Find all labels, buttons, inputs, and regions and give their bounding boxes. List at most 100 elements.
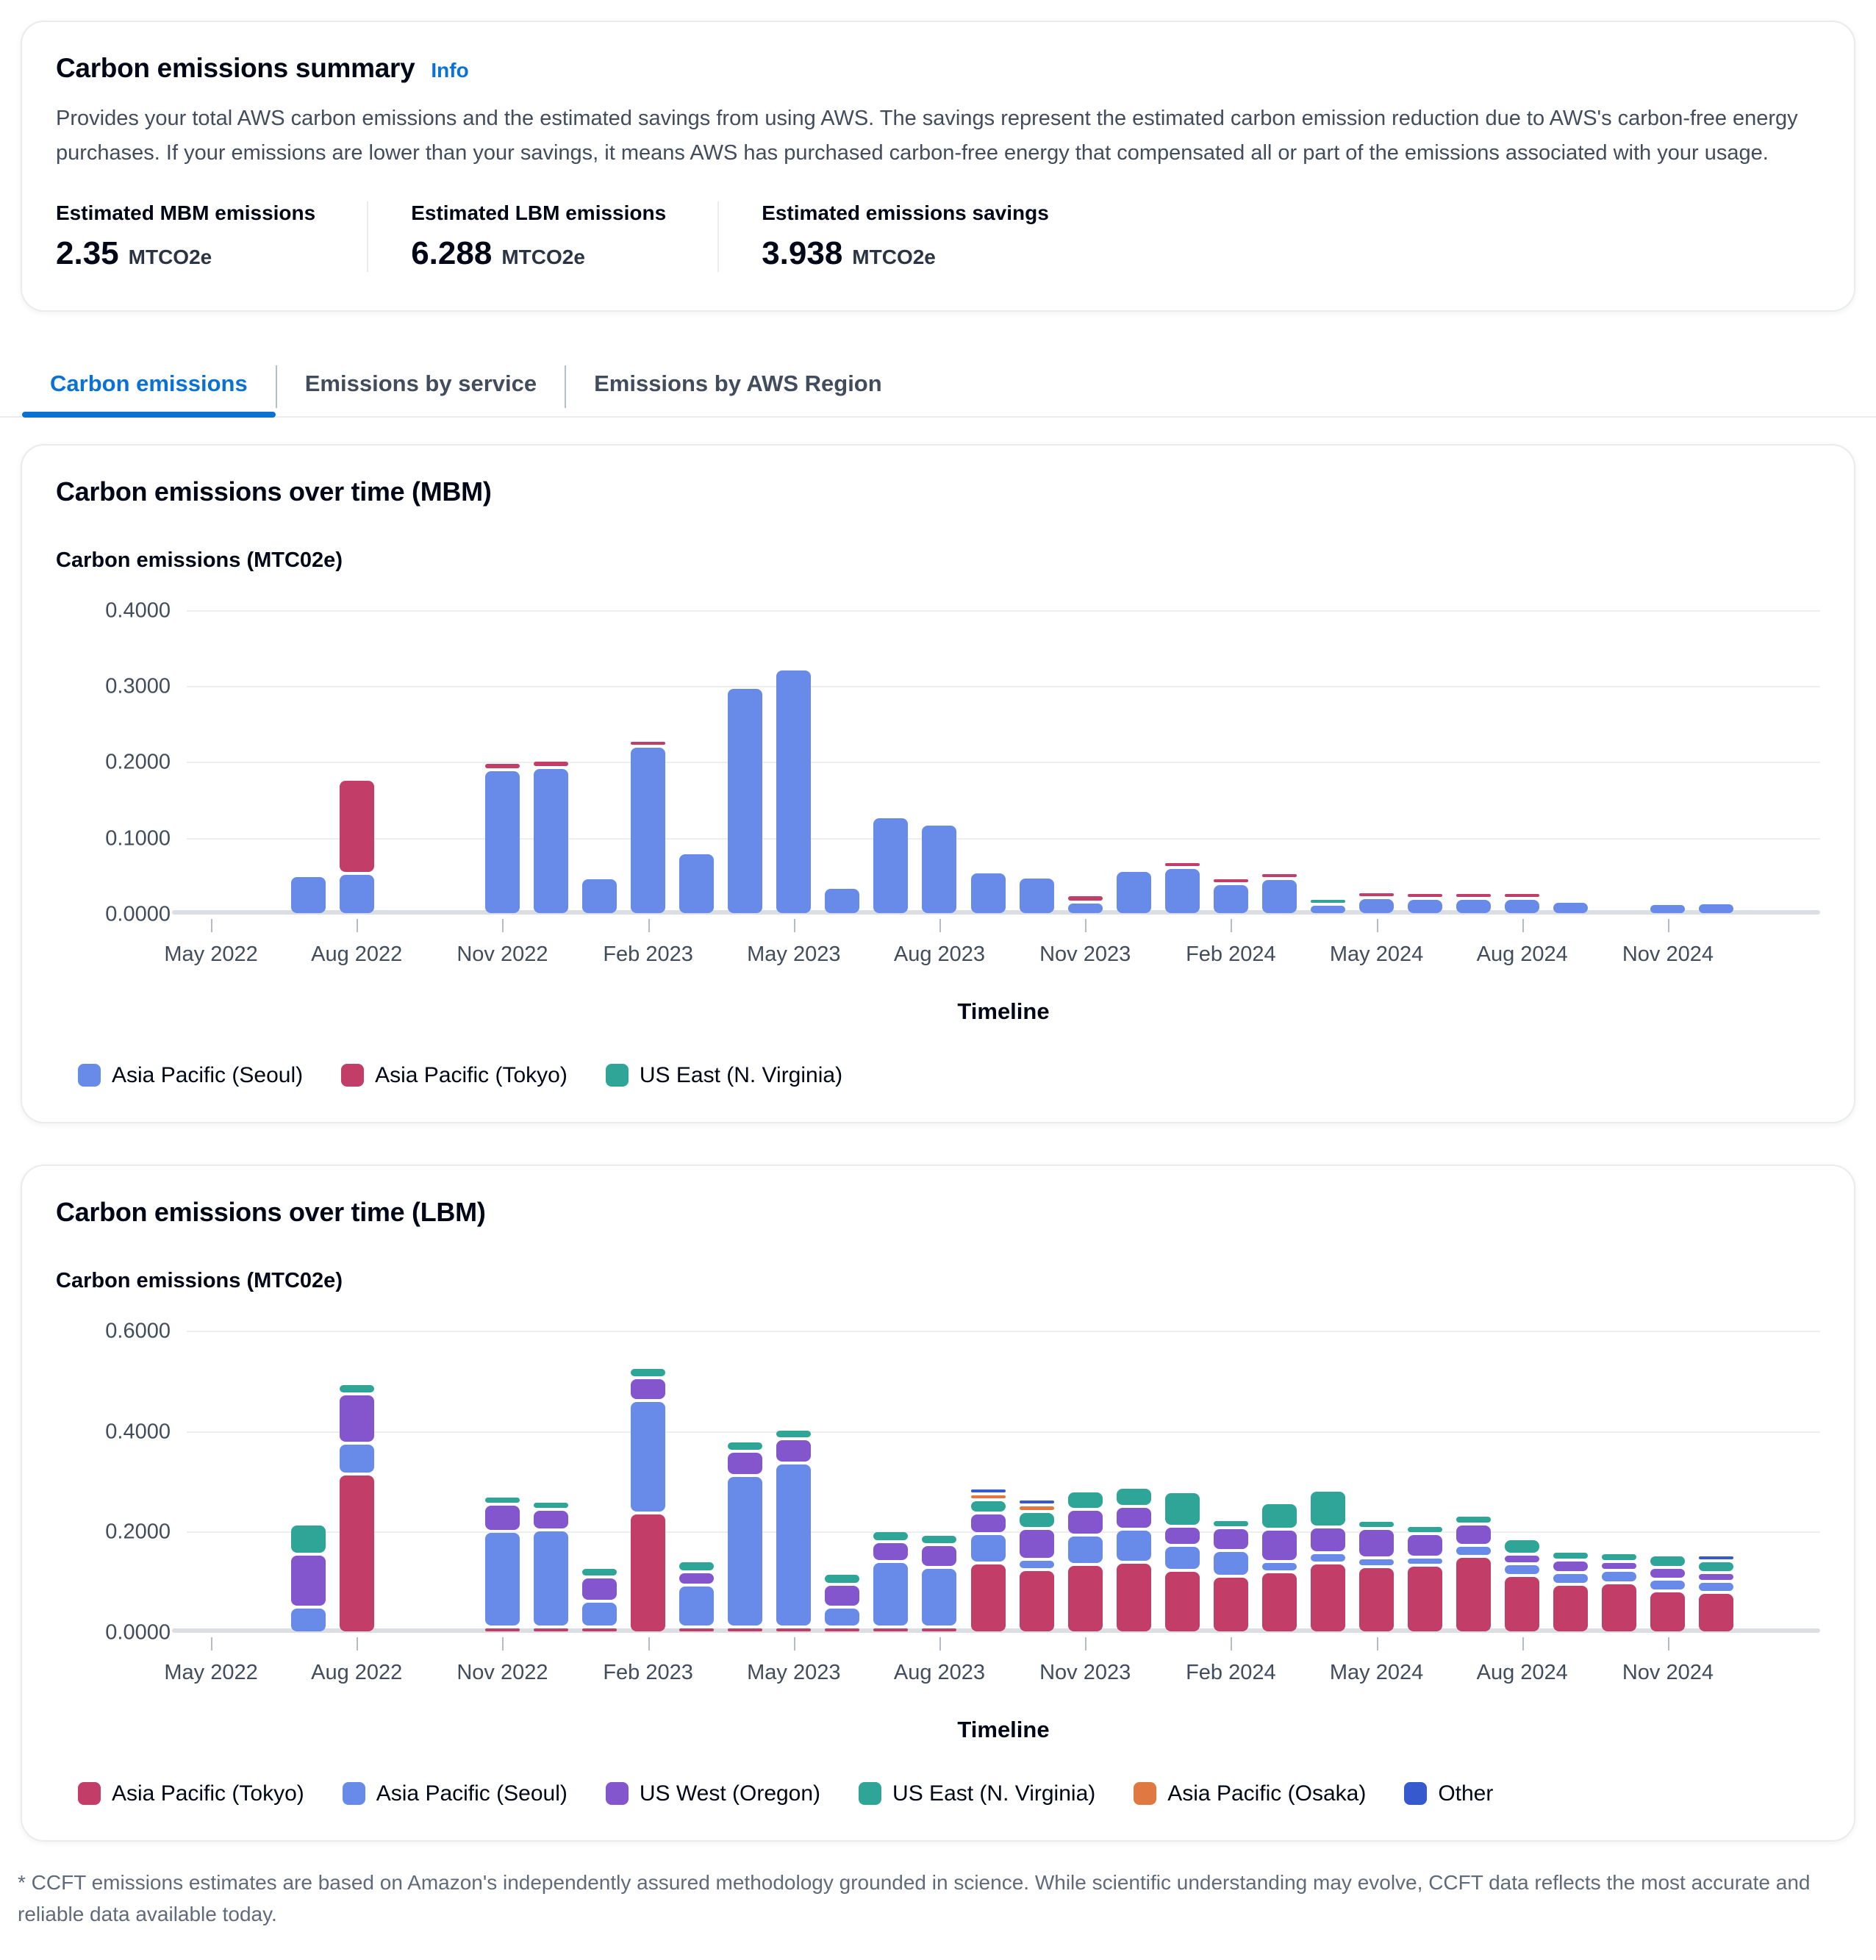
bar-segment [485,764,520,768]
legend-swatch [1134,1782,1156,1805]
stat-unit: MTCO2e [852,246,936,269]
month-slot [1158,1331,1206,1633]
bar-segment [485,1628,520,1631]
x-slot [235,1636,284,1698]
bar-segment [776,670,811,913]
ccft-footnote: * CCFT emissions estimates are based on … [18,1867,1858,1931]
bar-segment [1214,885,1248,913]
x-tick-mark [1231,1637,1232,1650]
bar-segment [1408,1567,1442,1631]
x-slot: Aug 2024 [1498,918,1547,979]
legend-swatch [343,1782,365,1805]
x-slot: May 2024 [1353,1636,1401,1698]
bar-segment [340,781,374,872]
legend-item[interactable]: Asia Pacific (Seoul) [343,1781,568,1806]
bar-segment [1311,1528,1345,1551]
carbon-emissions-summary-card: Carbon emissions summary Info Provides y… [21,21,1855,312]
legend-label: US East (N. Virginia) [640,1063,842,1088]
y-tick-label: 0.2000 [105,1520,171,1545]
bar-segment [1262,1573,1297,1631]
x-slot [964,1636,1012,1698]
legend-item[interactable]: US East (N. Virginia) [859,1781,1095,1806]
legend-label: Asia Pacific (Tokyo) [375,1063,568,1088]
bar-segment [728,1442,762,1450]
legend-item[interactable]: US East (N. Virginia) [606,1063,842,1088]
x-slot: May 2022 [187,1636,235,1698]
bars-layer [187,611,1741,915]
stat-value: 3.938 [762,235,842,272]
month-slot [1061,611,1109,915]
stacked-bar [873,1532,908,1633]
bar-segment [971,1535,1006,1562]
bar-segment [1602,1563,1636,1569]
x-slot [1109,918,1158,979]
x-tick-mark [211,1637,212,1650]
month-slot [867,1331,915,1633]
bar-segment [582,1603,617,1625]
stacked-bar [1456,894,1491,915]
stacked-bar [1262,874,1297,915]
month-slot [1692,1331,1741,1633]
bar-segment [582,1628,617,1631]
x-tick-mark [1668,1637,1669,1650]
bar-segment [340,875,374,913]
x-slot: May 2024 [1353,918,1401,979]
legend-item[interactable]: US West (Oregon) [606,1781,820,1806]
month-slot [332,1331,381,1633]
month-slot [1303,611,1352,915]
bar-segment [1068,1492,1103,1508]
x-slot: Nov 2023 [1061,1636,1109,1698]
bar-segment [1699,1562,1733,1571]
bar-segment [1408,894,1442,897]
bar-segment [340,1395,374,1442]
month-slot [1401,611,1450,915]
legend-item[interactable]: Asia Pacific (Seoul) [78,1063,303,1088]
month-slot [1255,1331,1303,1633]
x-tick-mark [502,919,504,932]
bar-segment [1553,1562,1588,1571]
x-slot: Feb 2024 [1206,918,1255,979]
bar-segment [485,1506,520,1530]
x-slot [1692,918,1741,979]
bar-segment [922,1536,956,1543]
month-slot [1547,1331,1595,1633]
legend-item[interactable]: Asia Pacific (Tokyo) [341,1063,568,1088]
month-slot [576,611,624,915]
month-slot [332,611,381,915]
tab-emissions-by-service[interactable]: Emissions by service [277,357,565,416]
month-slot [429,1331,478,1633]
month-slot [915,1331,964,1633]
legend-label: Asia Pacific (Tokyo) [112,1781,304,1806]
x-slot [818,1636,867,1698]
tab-carbon-emissions[interactable]: Carbon emissions [22,357,276,416]
x-slot [526,1636,575,1698]
bar-segment [534,762,568,766]
y-tick-label: 0.6000 [105,1319,171,1343]
tab-bar: Carbon emissions Emissions by service Em… [0,357,1876,418]
bar-segment [1311,1564,1345,1631]
stacked-bar [388,1631,423,1633]
tab-emissions-by-aws-region[interactable]: Emissions by AWS Region [566,357,910,416]
bar-segment [1699,1556,1733,1559]
bar-segment [1068,1566,1103,1631]
legend-item[interactable]: Asia Pacific (Osaka) [1134,1781,1366,1806]
legend-label: Asia Pacific (Osaka) [1167,1781,1366,1806]
bar-segment [1311,1554,1345,1562]
x-slot: Nov 2022 [478,918,526,979]
month-slot [1547,611,1595,915]
stacked-bar [1359,1522,1394,1633]
bar-segment [1505,1556,1539,1562]
bar-segment [291,1556,326,1606]
x-slot [1401,918,1450,979]
stacked-bar [291,877,326,915]
legend-item[interactable]: Asia Pacific (Tokyo) [78,1781,304,1806]
month-slot [624,611,673,915]
info-link[interactable]: Info [431,59,468,82]
x-slot [1401,1636,1450,1698]
stacked-bar [825,1575,859,1633]
month-slot [1061,1331,1109,1633]
x-slot: Nov 2023 [1061,918,1109,979]
bar-segment [1214,1552,1248,1575]
bar-segment [728,689,762,913]
legend-item[interactable]: Other [1404,1781,1493,1806]
